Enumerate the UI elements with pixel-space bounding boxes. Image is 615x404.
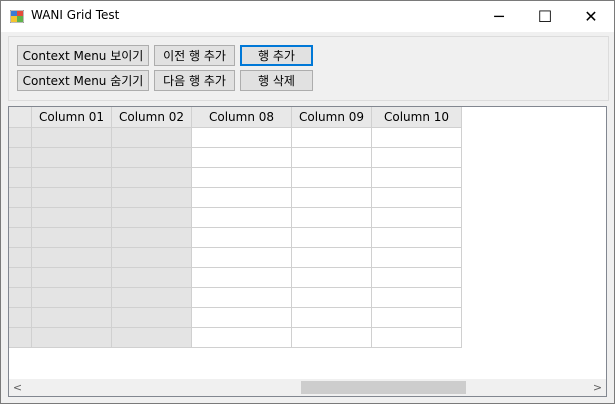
delete-row-button[interactable]: 행 삭제 [240, 70, 313, 91]
grid-cell[interactable] [192, 248, 292, 268]
grid-cell[interactable] [372, 248, 462, 268]
grid-corner-header[interactable] [9, 107, 32, 128]
grid-cell [112, 208, 192, 228]
app-window: WANI Grid Test ─ ☐ ✕ Context Menu 보이기 Co… [0, 0, 615, 404]
row-header[interactable] [9, 268, 32, 288]
row-header[interactable] [9, 308, 32, 328]
grid-cell [32, 308, 112, 328]
scroll-right-icon[interactable]: > [589, 379, 606, 396]
insert-next-row-button[interactable]: 다음 행 추가 [154, 70, 235, 91]
grid-cell [112, 288, 192, 308]
grid-cell [112, 268, 192, 288]
grid-cell[interactable] [372, 208, 462, 228]
grid-cell [32, 288, 112, 308]
grid-cell[interactable] [192, 328, 292, 348]
grid-cell [32, 168, 112, 188]
scroll-left-icon[interactable]: < [9, 379, 26, 396]
grid-cell[interactable] [192, 208, 292, 228]
grid-cell[interactable] [292, 148, 372, 168]
grid-cell[interactable] [292, 308, 372, 328]
grid-cell [32, 208, 112, 228]
horizontal-scrollbar[interactable]: < > [9, 379, 606, 396]
grid-cell[interactable] [292, 328, 372, 348]
grid-cell [112, 168, 192, 188]
toolbar-panel: Context Menu 보이기 Context Menu 숨기기 이전 행 추… [8, 36, 609, 101]
grid-cell [32, 328, 112, 348]
row-header[interactable] [9, 288, 32, 308]
insert-prev-row-button[interactable]: 이전 행 추가 [154, 45, 235, 66]
window-title: WANI Grid Test [31, 8, 120, 22]
maximize-icon: ☐ [537, 7, 553, 26]
add-row-button[interactable]: 행 추가 [240, 45, 313, 66]
grid-cell[interactable] [372, 188, 462, 208]
grid-cell [112, 128, 192, 148]
column-header[interactable]: Column 02 [112, 107, 192, 128]
maximize-button[interactable]: ☐ [522, 1, 568, 32]
grid-cell [112, 148, 192, 168]
grid-cell [112, 308, 192, 328]
grid-cell [32, 128, 112, 148]
scroll-thumb[interactable] [301, 381, 466, 394]
grid-cell [32, 148, 112, 168]
grid-cell [32, 188, 112, 208]
grid-cell[interactable] [372, 128, 462, 148]
row-header[interactable] [9, 168, 32, 188]
grid-cell [112, 228, 192, 248]
grid-cell [112, 188, 192, 208]
row-header[interactable] [9, 208, 32, 228]
column-header[interactable]: Column 01 [32, 107, 112, 128]
minimize-button[interactable]: ─ [476, 1, 522, 32]
grid-cell[interactable] [192, 268, 292, 288]
column-header[interactable]: Column 10 [372, 107, 462, 128]
grid-cell [32, 248, 112, 268]
row-header[interactable] [9, 328, 32, 348]
row-header[interactable] [9, 148, 32, 168]
title-bar[interactable]: WANI Grid Test ─ ☐ ✕ [1, 1, 614, 32]
show-context-menu-button[interactable]: Context Menu 보이기 [17, 45, 149, 66]
grid-cell[interactable] [192, 308, 292, 328]
close-button[interactable]: ✕ [568, 1, 614, 32]
grid-cell[interactable] [372, 268, 462, 288]
row-header[interactable] [9, 228, 32, 248]
grid-cell [112, 328, 192, 348]
grid-cell[interactable] [372, 168, 462, 188]
app-icon [10, 10, 24, 23]
grid-cell[interactable] [372, 148, 462, 168]
data-grid[interactable]: Column 01 Column 02 Column 08 Column 09 Colu… [8, 106, 607, 397]
grid-cell[interactable] [192, 128, 292, 148]
row-header[interactable] [9, 188, 32, 208]
grid-cell[interactable] [192, 168, 292, 188]
grid-cell[interactable] [372, 308, 462, 328]
column-header[interactable]: Column 09 [292, 107, 372, 128]
grid-cell[interactable] [292, 248, 372, 268]
grid-cell[interactable] [292, 268, 372, 288]
minimize-icon: ─ [494, 7, 504, 26]
grid-cell [32, 268, 112, 288]
grid-cell[interactable] [372, 288, 462, 308]
grid-cell[interactable] [292, 228, 372, 248]
grid-cell[interactable] [192, 288, 292, 308]
grid-cell[interactable] [372, 328, 462, 348]
grid-cell[interactable] [292, 208, 372, 228]
grid-cell[interactable] [292, 288, 372, 308]
hide-context-menu-button[interactable]: Context Menu 숨기기 [17, 70, 149, 91]
close-icon: ✕ [584, 7, 598, 26]
grid-cell[interactable] [192, 148, 292, 168]
column-header[interactable]: Column 08 [192, 107, 292, 128]
grid-cell[interactable] [192, 228, 292, 248]
grid-cell[interactable] [292, 128, 372, 148]
grid-cell[interactable] [292, 168, 372, 188]
grid-cell[interactable] [192, 188, 292, 208]
grid-cell [32, 228, 112, 248]
grid-cell [112, 248, 192, 268]
row-header[interactable] [9, 128, 32, 148]
grid-cell[interactable] [292, 188, 372, 208]
row-header[interactable] [9, 248, 32, 268]
grid-cell[interactable] [372, 228, 462, 248]
